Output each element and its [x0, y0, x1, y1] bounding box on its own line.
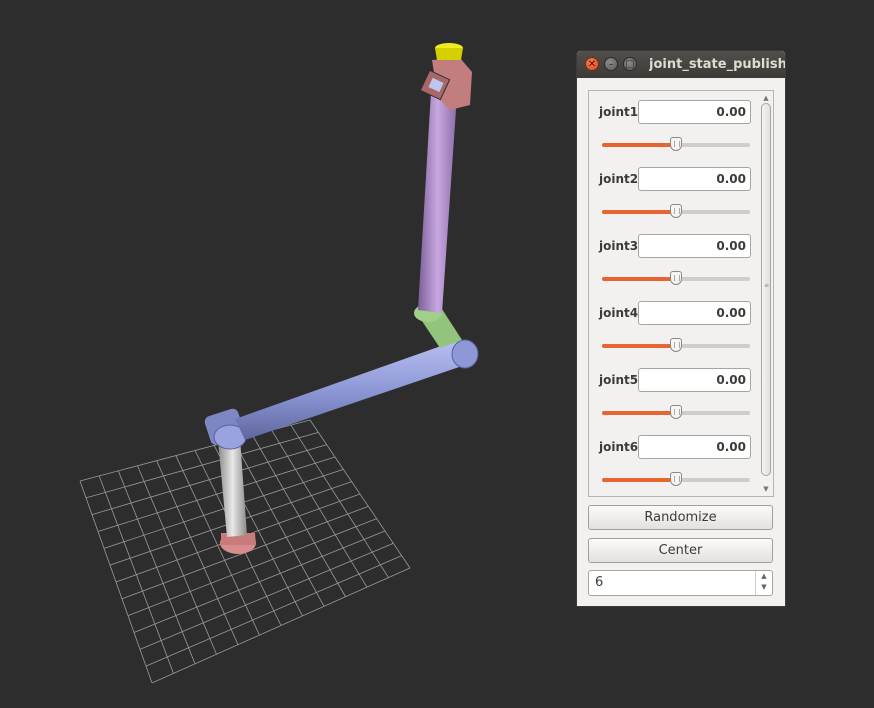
joint-label: joint6	[599, 440, 639, 454]
slider-handle[interactable]	[670, 271, 682, 285]
vertical-scrollbar[interactable]: ▲ ≡ ▼	[760, 93, 772, 494]
joint-label: joint4	[599, 306, 639, 320]
joint-slider[interactable]	[602, 137, 750, 151]
slider-fill	[602, 277, 676, 281]
joint-value-field[interactable]: 0.00	[638, 167, 751, 191]
slider-handle[interactable]	[670, 137, 682, 151]
joint-slider[interactable]	[602, 472, 750, 486]
joint-count-spinbox[interactable]: 6 ▲ ▼	[588, 570, 773, 596]
joint-slider[interactable]	[602, 405, 750, 419]
center-button[interactable]: Center	[588, 538, 773, 563]
robot-arm	[204, 43, 479, 554]
scroll-thumb[interactable]: ≡	[761, 103, 771, 476]
joint-label: joint1	[599, 105, 639, 119]
joint-slider[interactable]	[602, 338, 750, 352]
forearm-link	[235, 340, 468, 440]
joint-sliders-panel: joint1 0.00 joint2 0.00 joint3 0.00 joint4 0.00…	[588, 90, 774, 497]
joint-state-publisher-window: ✕ – □ joint_state_publisher joint10.00jo…	[576, 50, 786, 607]
maximize-icon[interactable]: □	[623, 57, 637, 71]
grid-line	[232, 440, 325, 607]
slider-handle[interactable]	[670, 338, 682, 352]
joint-slider[interactable]	[602, 271, 750, 285]
slider-handle[interactable]	[670, 405, 682, 419]
joint-label: joint3	[599, 239, 639, 253]
grid-line	[309, 419, 411, 569]
wrist-link	[418, 92, 457, 313]
grid-line	[145, 555, 402, 667]
slider-fill	[602, 411, 676, 415]
joint-value-field[interactable]: 0.00	[638, 368, 751, 392]
window-title: joint_state_publisher	[649, 57, 785, 72]
grid-line	[290, 424, 389, 578]
window-titlebar[interactable]: ✕ – □ joint_state_publisher	[577, 51, 785, 78]
joint-value-field[interactable]: 0.00	[638, 301, 751, 325]
joint-slider[interactable]	[602, 204, 750, 218]
grid-line	[151, 567, 411, 684]
slider-handle[interactable]	[670, 204, 682, 218]
scroll-down-icon[interactable]: ▼	[761, 484, 771, 494]
grid-line	[252, 435, 346, 597]
spinbox-arrows-icon[interactable]: ▲ ▼	[755, 571, 772, 595]
slider-fill	[602, 344, 676, 348]
grid-line	[271, 429, 368, 588]
joint-label: joint5	[599, 373, 639, 387]
joint-value-field[interactable]: 0.00	[638, 234, 751, 258]
joint-label: joint2	[599, 172, 639, 186]
upper-arm-link	[218, 438, 247, 537]
slider-handle[interactable]	[670, 472, 682, 486]
slider-fill	[602, 210, 676, 214]
spinbox-value[interactable]: 6	[595, 575, 603, 590]
minimize-icon[interactable]: –	[604, 57, 618, 71]
joint-value-field[interactable]: 0.00	[638, 435, 751, 459]
randomize-button[interactable]: Randomize	[588, 505, 773, 530]
slider-fill	[602, 143, 676, 147]
joint-value-field[interactable]: 0.00	[638, 100, 751, 124]
close-icon[interactable]: ✕	[585, 57, 599, 71]
scroll-up-icon[interactable]: ▲	[761, 93, 771, 103]
elbow-joint	[451, 339, 479, 369]
grip-icon: ≡	[764, 282, 770, 289]
slider-fill	[602, 478, 676, 482]
